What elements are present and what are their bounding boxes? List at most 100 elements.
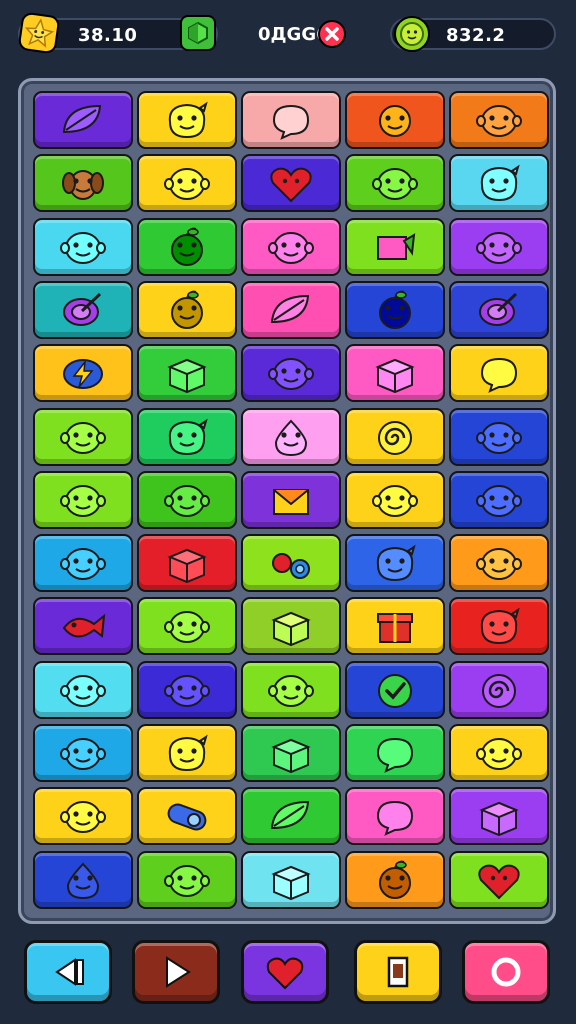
heart-button[interactable]: [241, 940, 329, 1004]
star-icon[interactable]: [17, 11, 61, 55]
tile-face[interactable]: [241, 344, 341, 403]
tile-apple[interactable]: [345, 280, 445, 339]
face-icon: [268, 231, 314, 264]
tile-face[interactable]: [33, 407, 133, 466]
apple-icon: [379, 290, 411, 329]
face-icon: [60, 421, 106, 454]
tile-leaf[interactable]: [241, 787, 341, 846]
tile-apple[interactable]: [137, 280, 237, 339]
tile-face[interactable]: [33, 787, 133, 846]
play-icon: [166, 956, 191, 988]
tile-box[interactable]: [241, 850, 341, 909]
tile-face[interactable]: [33, 534, 133, 593]
tile-blob[interactable]: [137, 407, 237, 466]
tile-leaf[interactable]: [33, 91, 133, 149]
drop-icon: [274, 419, 308, 456]
tile-face[interactable]: [137, 470, 237, 529]
tile-check[interactable]: [345, 660, 445, 719]
face-icon: [372, 484, 418, 517]
tile-box[interactable]: [241, 597, 341, 656]
box-icon: [167, 359, 207, 394]
tile-target[interactable]: [33, 280, 133, 339]
card-icon: [387, 956, 409, 988]
heart-icon: [478, 864, 520, 900]
tile-dog[interactable]: [33, 154, 133, 213]
tile-bubble[interactable]: [345, 724, 445, 782]
tile-leaf[interactable]: [241, 280, 341, 339]
gem-icon[interactable]: [180, 15, 216, 51]
tile-flag[interactable]: [345, 217, 445, 276]
fish-icon: [62, 614, 106, 639]
rewind-button[interactable]: [24, 940, 112, 1004]
tile-sun[interactable]: [345, 91, 445, 149]
play-button[interactable]: [132, 940, 220, 1004]
tile-fish[interactable]: [33, 597, 133, 656]
tile-bolt[interactable]: [33, 344, 133, 403]
tile-blob[interactable]: [345, 534, 445, 593]
tile-face[interactable]: [137, 597, 237, 656]
bolt-icon: [63, 359, 103, 390]
face-icon: [476, 548, 522, 581]
tile-face[interactable]: [241, 660, 341, 719]
tile-cherry[interactable]: [241, 534, 341, 593]
tile-blob[interactable]: [449, 597, 549, 656]
tile-face[interactable]: [449, 470, 549, 529]
leaf-icon: [270, 294, 310, 323]
tile-apple[interactable]: [137, 217, 237, 276]
tile-envelope[interactable]: [241, 470, 341, 529]
tile-face[interactable]: [449, 407, 549, 466]
tile-face[interactable]: [33, 217, 133, 276]
dog-icon: [62, 170, 104, 201]
tile-bubble[interactable]: [449, 344, 549, 403]
tile-box[interactable]: [137, 344, 237, 403]
tile-face[interactable]: [449, 91, 549, 149]
tile-apple[interactable]: [345, 850, 445, 909]
swirl-icon: [482, 673, 516, 708]
tile-blob[interactable]: [137, 91, 237, 149]
tile-bubble[interactable]: [241, 91, 341, 149]
tile-face[interactable]: [241, 217, 341, 276]
swirl-icon: [378, 420, 412, 455]
box-icon: [271, 612, 311, 647]
tile-face[interactable]: [345, 470, 445, 529]
tile-pill[interactable]: [137, 787, 237, 846]
ring-button[interactable]: [462, 940, 550, 1004]
apple-icon: [379, 860, 411, 899]
card-button[interactable]: [354, 940, 442, 1004]
tile-face[interactable]: [33, 724, 133, 782]
tile-blob[interactable]: [137, 724, 237, 782]
tile-bubble[interactable]: [345, 787, 445, 846]
sun-icon: [379, 105, 411, 137]
tile-box[interactable]: [137, 534, 237, 593]
tile-drop[interactable]: [33, 850, 133, 909]
face-icon: [476, 231, 522, 264]
tile-face[interactable]: [137, 154, 237, 213]
tile-face[interactable]: [449, 534, 549, 593]
tile-swirl[interactable]: [345, 407, 445, 466]
tile-heart[interactable]: [241, 154, 341, 213]
box-icon: [479, 802, 519, 837]
tile-face[interactable]: [345, 154, 445, 213]
coin-icon[interactable]: [394, 16, 430, 52]
bubble-icon: [376, 737, 414, 773]
tile-target[interactable]: [449, 280, 549, 339]
tile-face[interactable]: [137, 850, 237, 909]
tile-heart[interactable]: [449, 850, 549, 909]
leaf-icon: [270, 801, 310, 830]
close-icon[interactable]: [318, 20, 346, 48]
tile-face[interactable]: [449, 217, 549, 276]
target-icon: [63, 292, 102, 326]
tile-face[interactable]: [33, 660, 133, 719]
tile-drop[interactable]: [241, 407, 341, 466]
tile-face[interactable]: [137, 660, 237, 719]
face-icon: [476, 738, 522, 770]
tile-blob[interactable]: [449, 154, 549, 213]
tile-box[interactable]: [449, 787, 549, 846]
tile-face[interactable]: [33, 470, 133, 529]
tile-box[interactable]: [345, 344, 445, 403]
tile-swirl[interactable]: [449, 660, 549, 719]
tile-box[interactable]: [241, 724, 341, 782]
tile-gift[interactable]: [345, 597, 445, 656]
box-icon: [167, 549, 207, 584]
tile-face[interactable]: [449, 724, 549, 782]
